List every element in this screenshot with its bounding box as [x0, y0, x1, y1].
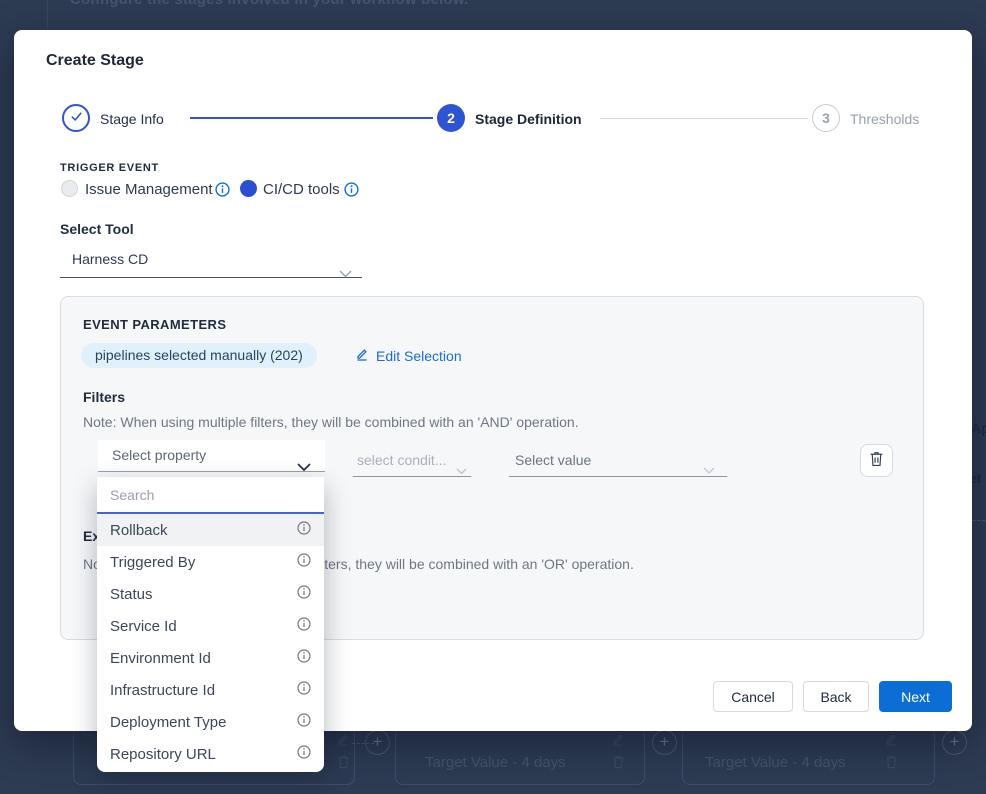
- property-dropdown-menu: Rollback Triggered By Status Service Id …: [97, 477, 324, 772]
- dropdown-item-label: Deployment Type: [110, 714, 226, 731]
- chevron-down-icon: [339, 256, 352, 291]
- delete-filter-button[interactable]: [860, 444, 893, 477]
- pencil-icon: [611, 732, 625, 751]
- info-icon[interactable]: [344, 182, 359, 197]
- info-icon[interactable]: [297, 553, 311, 571]
- pencil-icon: [336, 732, 350, 751]
- filters-title: Filters: [83, 389, 125, 405]
- trigger-event-label: TRIGGER EVENT: [60, 162, 159, 174]
- dropdown-item-environment-id[interactable]: Environment Id: [97, 642, 324, 674]
- cancel-button-label: Cancel: [731, 689, 775, 705]
- dropdown-item-repository-url[interactable]: Repository URL: [97, 738, 324, 770]
- dropdown-item-label: Triggered By: [110, 554, 195, 571]
- edit-selection-label: Edit Selection: [376, 348, 462, 364]
- plus-icon: +: [652, 730, 677, 755]
- trash-icon: [612, 754, 625, 774]
- check-icon: [69, 109, 84, 127]
- radio-issue-management[interactable]: [61, 180, 78, 197]
- background-card-label: Target Value - 4 days: [705, 754, 846, 771]
- value-select[interactable]: Select value: [509, 447, 727, 477]
- pencil-icon: [884, 732, 898, 751]
- stepper-connector: [190, 117, 433, 119]
- stepper-connector: [600, 118, 808, 119]
- info-icon[interactable]: [297, 617, 311, 635]
- trash-icon: [885, 754, 898, 774]
- trash-icon: [337, 754, 350, 774]
- dropdown-search: [97, 477, 324, 514]
- background-card-label: Target Value - 4 days: [425, 754, 566, 771]
- select-tool-label: Select Tool: [60, 221, 134, 237]
- selection-pill: pipelines selected manually (202): [81, 343, 317, 368]
- value-select-placeholder: Select value: [515, 452, 591, 468]
- trash-icon: [869, 450, 884, 472]
- plus-icon: +: [942, 730, 967, 755]
- edit-pencil-icon: [355, 347, 369, 364]
- chevron-down-icon: [703, 457, 715, 483]
- dropdown-item-infrastructure-id[interactable]: Infrastructure Id: [97, 674, 324, 706]
- info-icon[interactable]: [297, 681, 311, 699]
- property-select-placeholder: Select property: [112, 447, 206, 463]
- step-stage-info[interactable]: [62, 104, 90, 132]
- radio-label-issue-management: Issue Management: [85, 181, 213, 198]
- dropdown-item-rollback[interactable]: Rollback: [97, 514, 324, 546]
- condition-select-placeholder: select condit...: [357, 452, 447, 468]
- dropdown-item-label: Repository URL: [110, 746, 216, 763]
- dropdown-item-label: Status: [110, 586, 153, 603]
- dropdown-item-label: Service Id: [110, 618, 177, 635]
- plus-icon: +: [365, 730, 390, 755]
- step-number: 2: [447, 110, 455, 126]
- tool-select-value: Harness CD: [72, 251, 148, 267]
- tool-select[interactable]: Harness CD: [60, 242, 362, 278]
- next-button[interactable]: Next: [879, 681, 952, 712]
- background-divider: [47, 0, 48, 30]
- step-number: 3: [822, 110, 830, 126]
- info-icon[interactable]: [297, 521, 311, 539]
- step-label-stage-definition: Stage Definition: [475, 111, 582, 127]
- dropdown-item-service-id[interactable]: Service Id: [97, 610, 324, 642]
- next-button-label: Next: [901, 689, 930, 705]
- modal-title: Create Stage: [46, 52, 144, 70]
- step-stage-definition[interactable]: 2: [437, 104, 465, 132]
- dropdown-item-deployment-type[interactable]: Deployment Type: [97, 706, 324, 738]
- chevron-down-icon: [456, 457, 467, 483]
- info-icon[interactable]: [297, 745, 311, 763]
- step-label-thresholds: Thresholds: [850, 111, 919, 127]
- condition-select[interactable]: select condit...: [353, 447, 471, 477]
- background-text-fragment: Ap: [971, 420, 986, 436]
- edit-selection-link[interactable]: Edit Selection: [355, 347, 462, 364]
- radio-label-cicd-tools: CI/CD tools: [263, 181, 340, 198]
- cancel-button[interactable]: Cancel: [713, 681, 793, 712]
- back-button[interactable]: Back: [803, 681, 869, 712]
- step-label-stage-info: Stage Info: [100, 111, 164, 127]
- dropdown-item-status[interactable]: Status: [97, 578, 324, 610]
- radio-cicd-tools[interactable]: [240, 180, 257, 197]
- info-icon[interactable]: [297, 585, 311, 603]
- dropdown-item-triggered-by[interactable]: Triggered By: [97, 546, 324, 578]
- search-input[interactable]: [97, 477, 324, 512]
- back-button-label: Back: [820, 689, 851, 705]
- step-thresholds[interactable]: 3: [812, 104, 840, 132]
- screen: Configure the stages involved in your wo…: [0, 0, 986, 794]
- background-heading: Configure the stages involved in your wo…: [70, 0, 468, 8]
- info-icon[interactable]: [297, 713, 311, 731]
- info-icon[interactable]: [215, 182, 230, 197]
- dropdown-item-label: Environment Id: [110, 650, 211, 667]
- filters-note: Note: When using multiple filters, they …: [83, 414, 579, 430]
- dropdown-item-label: Infrastructure Id: [110, 682, 215, 699]
- property-select[interactable]: Select property: [98, 440, 325, 472]
- dropdown-item-label: Rollback: [110, 522, 168, 539]
- event-parameters-title: EVENT PARAMETERS: [83, 317, 226, 332]
- info-icon[interactable]: [297, 649, 311, 667]
